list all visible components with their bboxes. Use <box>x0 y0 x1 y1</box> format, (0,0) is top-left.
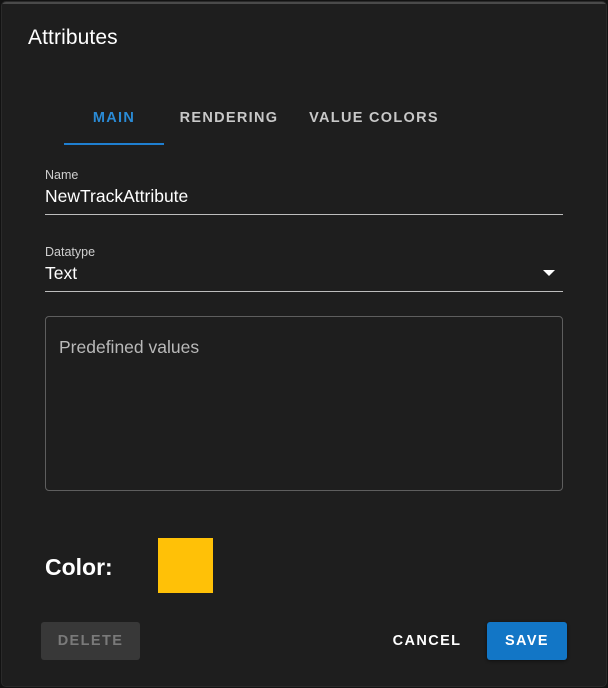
color-swatch-button[interactable] <box>158 538 213 593</box>
attributes-dialog: Attributes MAIN RENDERING VALUE COLORS N… <box>2 2 606 686</box>
dropdown-arrow-icon[interactable] <box>543 270 555 276</box>
cancel-button[interactable]: CANCEL <box>386 622 468 660</box>
datatype-select[interactable]: Text <box>45 262 563 292</box>
delete-button[interactable]: DELETE <box>41 622 140 660</box>
name-field[interactable]: Name NewTrackAttribute <box>45 168 563 215</box>
tab-bar: MAIN RENDERING VALUE COLORS <box>64 92 454 146</box>
color-label: Color: <box>45 554 113 580</box>
tab-main[interactable]: MAIN <box>64 92 164 144</box>
predefined-values-placeholder: Predefined values <box>59 337 200 357</box>
save-button[interactable]: SAVE <box>487 622 567 660</box>
active-tab-indicator <box>64 143 164 145</box>
name-input[interactable]: NewTrackAttribute <box>45 185 563 215</box>
datatype-field[interactable]: Datatype Text <box>45 245 563 292</box>
dialog-top-border <box>2 2 606 4</box>
predefined-values-textarea[interactable]: Predefined values <box>45 316 563 491</box>
datatype-selected-value: Text <box>45 263 78 283</box>
name-field-label: Name <box>45 168 79 182</box>
tab-value-colors[interactable]: VALUE COLORS <box>294 92 454 144</box>
tab-rendering[interactable]: RENDERING <box>164 92 294 144</box>
dialog-title: Attributes <box>28 26 118 49</box>
datatype-field-label: Datatype <box>45 245 96 259</box>
